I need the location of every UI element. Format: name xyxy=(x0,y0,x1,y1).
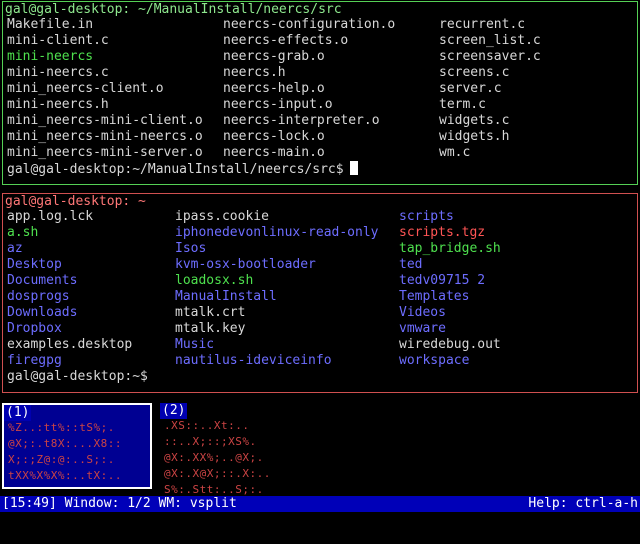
file-entry: a.sh xyxy=(7,225,39,240)
file-entry: mini_neercs-client.o xyxy=(7,81,164,96)
file-entry: ted xyxy=(399,257,423,272)
file-entry: ManualInstall xyxy=(175,289,277,304)
file-entry: wiredebug.out xyxy=(399,337,501,352)
thumbnail-line: ::..X;::;XS%. xyxy=(164,435,257,448)
thumbnail-line: tXX%X%X%:..tX:.. xyxy=(8,469,122,482)
thumbnail-line: X;:;Z@:@:..S;:. xyxy=(8,453,115,466)
file-entry: Videos xyxy=(399,305,446,320)
file-entry: kvm-osx-bootloader xyxy=(175,257,316,272)
file-entry: Isos xyxy=(175,241,207,256)
pane-title: gal@gal-desktop: ~ xyxy=(5,194,146,209)
file-entry: neercs-configuration.o xyxy=(223,17,396,32)
file-entry: neercs-main.o xyxy=(223,145,325,160)
file-entry: examples.desktop xyxy=(7,337,133,352)
file-entry: mini-neercs.c xyxy=(7,65,109,80)
file-entry: az xyxy=(7,241,23,256)
file-entry: mini_neercs-mini-client.o xyxy=(7,113,203,128)
thumbnail-line: @X:.XX%;..@X;. xyxy=(164,451,264,464)
file-listing: app.log.lck ipass.cookie scripts a.sh iphone… xyxy=(7,209,627,369)
file-entry: mtalk.key xyxy=(175,321,246,336)
file-entry: workspace xyxy=(399,353,470,368)
file-entry: mtalk.crt xyxy=(175,305,246,320)
file-entry: screensaver.c xyxy=(439,49,541,64)
file-entry: neercs-lock.o xyxy=(223,129,325,144)
file-entry: screen_list.c xyxy=(439,33,541,48)
terminal-pane-home[interactable]: gal@gal-desktop: ~ app.log.lck ipass.cook… xyxy=(2,193,638,393)
file-entry: mini_neercs-mini-neercs.o xyxy=(7,129,203,144)
shell-prompt[interactable]: gal@gal-desktop:~/ManualInstall/neercs/s… xyxy=(7,161,358,178)
file-entry: widgets.h xyxy=(439,129,510,144)
window-thumbnail-1[interactable]: (1) %Z..:tt%::tS%;.@X;:.t8X:...X8:: X;:;Z… xyxy=(2,403,152,489)
file-entry: iphonedevonlinux-read-only xyxy=(175,225,379,240)
file-entry: neercs-input.o xyxy=(223,97,333,112)
thumbnail-preview: %Z..:tt%::tS%;.@X;:.t8X:...X8:: X;:;Z@:@:… xyxy=(8,421,122,485)
file-entry: mini-client.c xyxy=(7,33,109,48)
file-entry: Makefile.in xyxy=(7,17,94,32)
file-entry: wm.c xyxy=(439,145,471,160)
window-thumbnail-2[interactable]: (2) .XS::..Xt:..::..X;::;XS%.@X:.XX%;..@… xyxy=(160,403,310,512)
prompt-text: gal@gal-desktop:~/ManualInstall/neercs/s… xyxy=(7,162,344,177)
file-entry: scripts.tgz xyxy=(399,225,486,240)
file-entry: tap_bridge.sh xyxy=(399,241,501,256)
file-entry: recurrent.c xyxy=(439,17,526,32)
thumbnail-line: %Z..:tt%::tS%;. xyxy=(8,421,115,434)
file-listing: Makefile.in neercs-configuration.o recurre… xyxy=(7,17,629,161)
file-entry: app.log.lck xyxy=(7,209,94,224)
thumbnail-line: @X;:.t8X:...X8:: xyxy=(8,437,122,450)
terminal-pane-neercs-src[interactable]: gal@gal-desktop: ~/ManualInstall/neercs/… xyxy=(2,1,638,185)
file-entry: firegpg xyxy=(7,353,62,368)
file-entry: Downloads xyxy=(7,305,78,320)
file-entry: term.c xyxy=(439,97,486,112)
file-entry: neercs-help.o xyxy=(223,81,325,96)
file-entry: ipass.cookie xyxy=(175,209,269,224)
file-entry: nautilus-ideviceinfo xyxy=(175,353,332,368)
file-entry: Dropbox xyxy=(7,321,62,336)
file-entry: widgets.c xyxy=(439,113,510,128)
file-entry: neercs-interpreter.o xyxy=(223,113,380,128)
file-entry: server.c xyxy=(439,81,502,96)
file-entry: mini-neercs.h xyxy=(7,97,109,112)
file-entry: Templates xyxy=(399,289,470,304)
file-entry: vmware xyxy=(399,321,446,336)
file-entry: neercs.h xyxy=(223,65,286,80)
file-entry: loadosx.sh xyxy=(175,273,254,288)
thumbnail-label: (2) xyxy=(160,403,188,419)
file-entry: Desktop xyxy=(7,257,62,272)
text-cursor xyxy=(349,161,358,175)
thumbnail-line: .XS::..Xt:.. xyxy=(164,419,250,432)
thumbnail-line: @X:.X@X;::.X:.. xyxy=(164,467,271,480)
file-entry: neercs-grab.o xyxy=(223,49,325,64)
file-entry: tedv09715 2 xyxy=(399,273,486,288)
prompt-text: gal@gal-desktop:~$ xyxy=(7,369,148,384)
thumbnail-label: (1) xyxy=(4,405,32,421)
shell-prompt[interactable]: gal@gal-desktop:~$ xyxy=(7,369,148,385)
file-entry: neercs-effects.o xyxy=(223,33,349,48)
file-entry: Documents xyxy=(7,273,78,288)
file-entry: dosprogs xyxy=(7,289,70,304)
status-bar: [15:49] Window: 1/2 WM: vsplit Help: ctr… xyxy=(0,496,640,512)
file-entry: Music xyxy=(175,337,215,352)
file-entry: screens.c xyxy=(439,65,510,80)
file-entry: mini-neercs xyxy=(7,49,94,64)
file-entry: mini_neercs-mini-server.o xyxy=(7,145,203,160)
status-window-info: [15:49] Window: 1/2 WM: vsplit xyxy=(2,496,237,511)
file-entry: scripts xyxy=(399,209,454,224)
status-help-hint: Help: ctrl-a-h xyxy=(528,496,638,511)
pane-title: gal@gal-desktop: ~/ManualInstall/neercs/… xyxy=(5,2,342,17)
